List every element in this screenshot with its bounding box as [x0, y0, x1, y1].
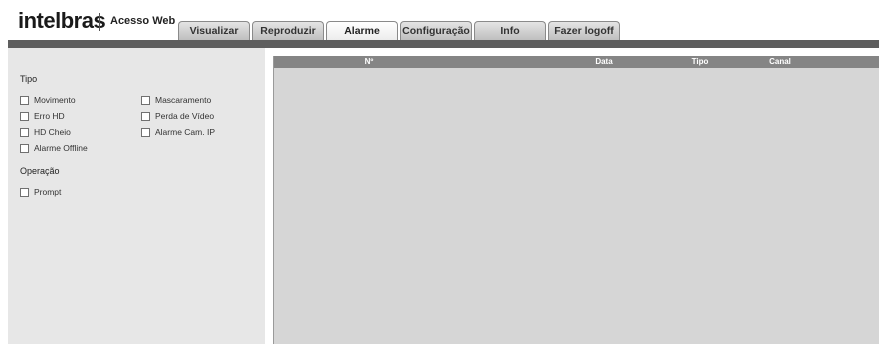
checkbox-label: Erro HD	[34, 111, 65, 121]
column-header-tipo: Tipo	[691, 57, 709, 66]
brand-logo: intelbras	[18, 8, 106, 33]
column-header-canal: Canal	[769, 57, 791, 66]
checkbox-label: Prompt	[34, 187, 62, 197]
checkbox-label: Movimento	[34, 95, 76, 105]
checkbox-box[interactable]	[20, 143, 29, 153]
checkbox-box[interactable]	[141, 127, 150, 137]
tab-fazer-logoff[interactable]: Fazer logoff	[548, 21, 620, 41]
product-name: Acesso Web	[110, 15, 176, 27]
tab-visualizar[interactable]: Visualizar	[178, 21, 250, 41]
checkbox-box[interactable]	[20, 187, 29, 197]
tab-reproduzir[interactable]: Reproduzir	[252, 21, 324, 41]
header-bar	[8, 40, 879, 48]
column-header-numero: Nº	[364, 57, 374, 66]
tipo-section-title: Tipo	[20, 74, 38, 84]
checkbox-mascaramento[interactable]: Mascaramento	[141, 94, 211, 106]
checkbox-alarme-cam-ip[interactable]: Alarme Cam. IP	[141, 126, 215, 138]
checkbox-box[interactable]	[20, 111, 29, 121]
tab-configuracao[interactable]: Configuração	[400, 21, 472, 41]
checkbox-prompt[interactable]: Prompt	[20, 186, 61, 198]
main-tabs: Visualizar Reproduzir Alarme Configuraçã…	[178, 21, 622, 41]
checkbox-label: Mascaramento	[155, 95, 212, 105]
checkbox-box[interactable]	[20, 127, 29, 137]
logo-divider	[99, 13, 100, 31]
checkbox-alarme-offline[interactable]: Alarme Offline	[20, 142, 88, 154]
checkbox-hd-cheio[interactable]: HD Cheio	[20, 126, 71, 138]
checkbox-label: Alarme Offline	[34, 143, 88, 153]
checkbox-erro-hd[interactable]: Erro HD	[20, 110, 65, 122]
alarm-table: Nº Data Tipo Canal	[273, 56, 879, 344]
tab-info[interactable]: Info	[474, 21, 546, 41]
checkbox-box[interactable]	[20, 95, 29, 105]
checkbox-label: HD Cheio	[34, 127, 71, 137]
checkbox-label: Perda de Vídeo	[155, 111, 215, 121]
table-header: Nº Data Tipo Canal	[274, 56, 879, 68]
operacao-section-title: Operação	[20, 166, 60, 176]
checkbox-box[interactable]	[141, 111, 150, 121]
header: intelbras Acesso Web Visualizar Reproduz…	[0, 0, 879, 41]
checkbox-label: Alarme Cam. IP	[155, 127, 215, 137]
alarm-filter-panel: Tipo Movimento Mascaramento Erro HD Perd…	[8, 48, 265, 344]
tab-alarme[interactable]: Alarme	[326, 21, 398, 41]
table-body	[274, 68, 879, 344]
column-header-data: Data	[595, 57, 613, 66]
checkbox-perda-de-video[interactable]: Perda de Vídeo	[141, 110, 214, 122]
checkbox-box[interactable]	[141, 95, 150, 105]
checkbox-movimento[interactable]: Movimento	[20, 94, 76, 106]
